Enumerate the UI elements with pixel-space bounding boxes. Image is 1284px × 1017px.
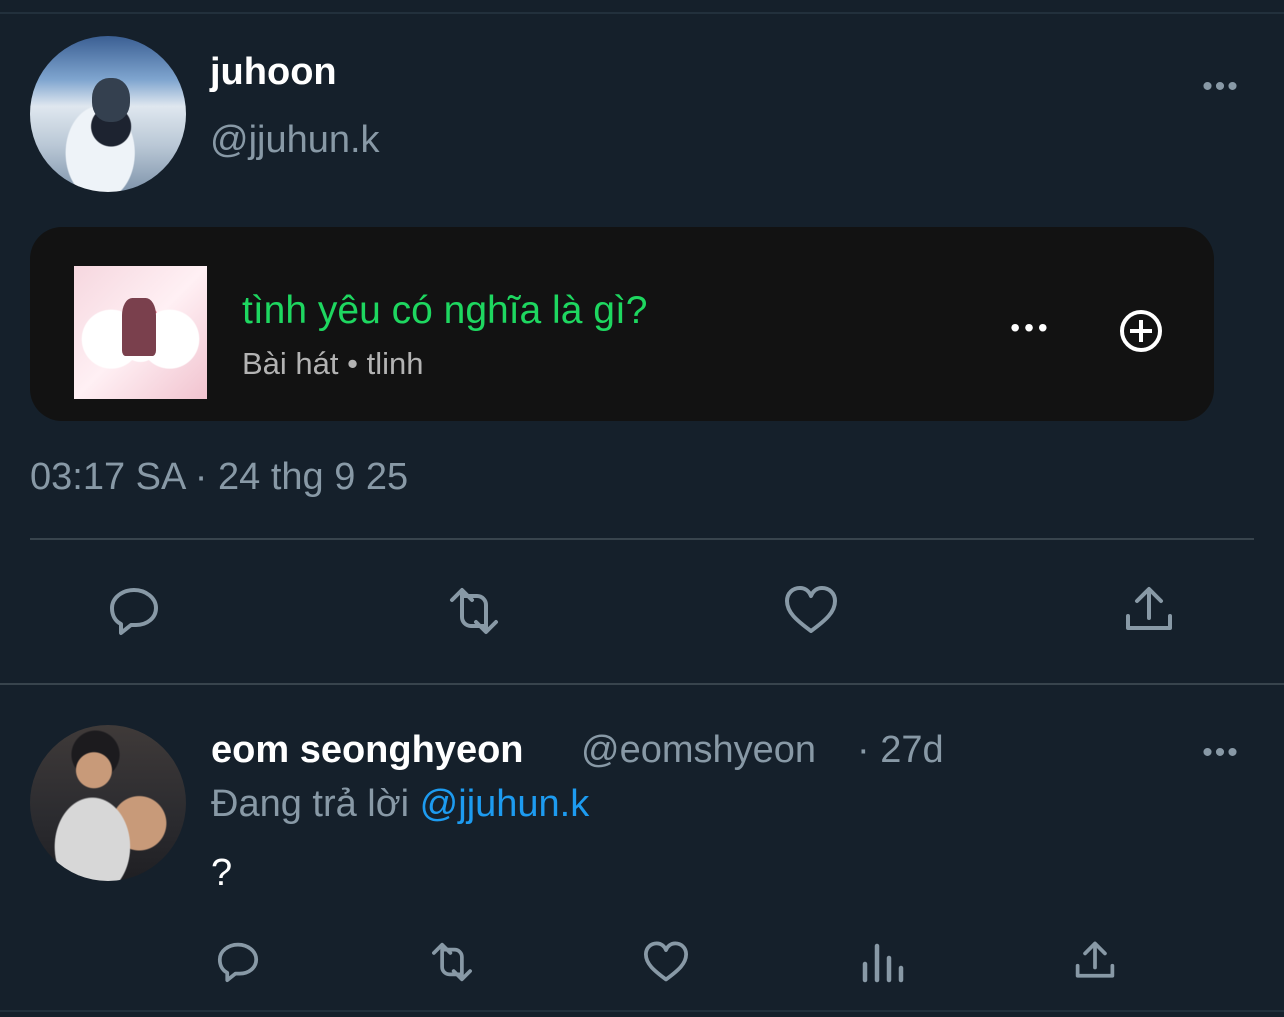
top-divider bbox=[0, 12, 1284, 14]
like-icon[interactable] bbox=[640, 936, 692, 986]
more-horizontal-icon[interactable]: ••• bbox=[1198, 738, 1244, 768]
author-name[interactable]: juhoon bbox=[210, 51, 337, 94]
reply-author-name[interactable]: eom seonghyeon bbox=[211, 729, 524, 772]
share-icon[interactable] bbox=[1071, 936, 1119, 984]
tweet-divider bbox=[30, 538, 1254, 540]
replying-prefix: Đang trả lời bbox=[211, 783, 410, 825]
reply-section-divider bbox=[0, 683, 1284, 685]
album-art[interactable] bbox=[74, 266, 207, 399]
reply-author-handle[interactable]: @eomshyeon bbox=[581, 729, 816, 772]
song-title[interactable]: tình yêu có nghĩa là gì? bbox=[242, 289, 647, 333]
more-horizontal-icon[interactable]: ••• bbox=[1002, 313, 1060, 343]
reply-icon[interactable] bbox=[105, 582, 163, 640]
reply-icon[interactable] bbox=[214, 938, 262, 986]
share-icon[interactable] bbox=[1120, 580, 1178, 638]
replying-to-context: Đang trả lời @jjuhun.k bbox=[211, 783, 589, 826]
reply-text: ? bbox=[211, 852, 233, 894]
retweet-icon[interactable] bbox=[424, 938, 480, 986]
avatar[interactable] bbox=[30, 36, 186, 192]
bottom-divider bbox=[0, 1010, 1284, 1012]
plus-circle-icon[interactable] bbox=[1120, 310, 1162, 352]
author-handle[interactable]: @jjuhun.k bbox=[210, 119, 380, 162]
song-meta: Bài hát • tlinh bbox=[242, 346, 424, 381]
retweet-icon[interactable] bbox=[440, 582, 508, 640]
spotify-song-card[interactable]: tình yêu có nghĩa là gì? Bài hát • tlinh… bbox=[30, 227, 1214, 421]
reply-relative-time[interactable]: · 27d bbox=[857, 729, 944, 772]
tweet-timestamp[interactable]: 03:17 SA · 24 thg 9 25 bbox=[30, 456, 408, 499]
more-horizontal-icon[interactable]: ••• bbox=[1198, 72, 1244, 102]
mention-link[interactable]: @jjuhun.k bbox=[420, 783, 590, 825]
avatar[interactable] bbox=[30, 725, 186, 881]
like-icon[interactable] bbox=[780, 580, 842, 638]
stats-icon[interactable] bbox=[859, 938, 907, 986]
